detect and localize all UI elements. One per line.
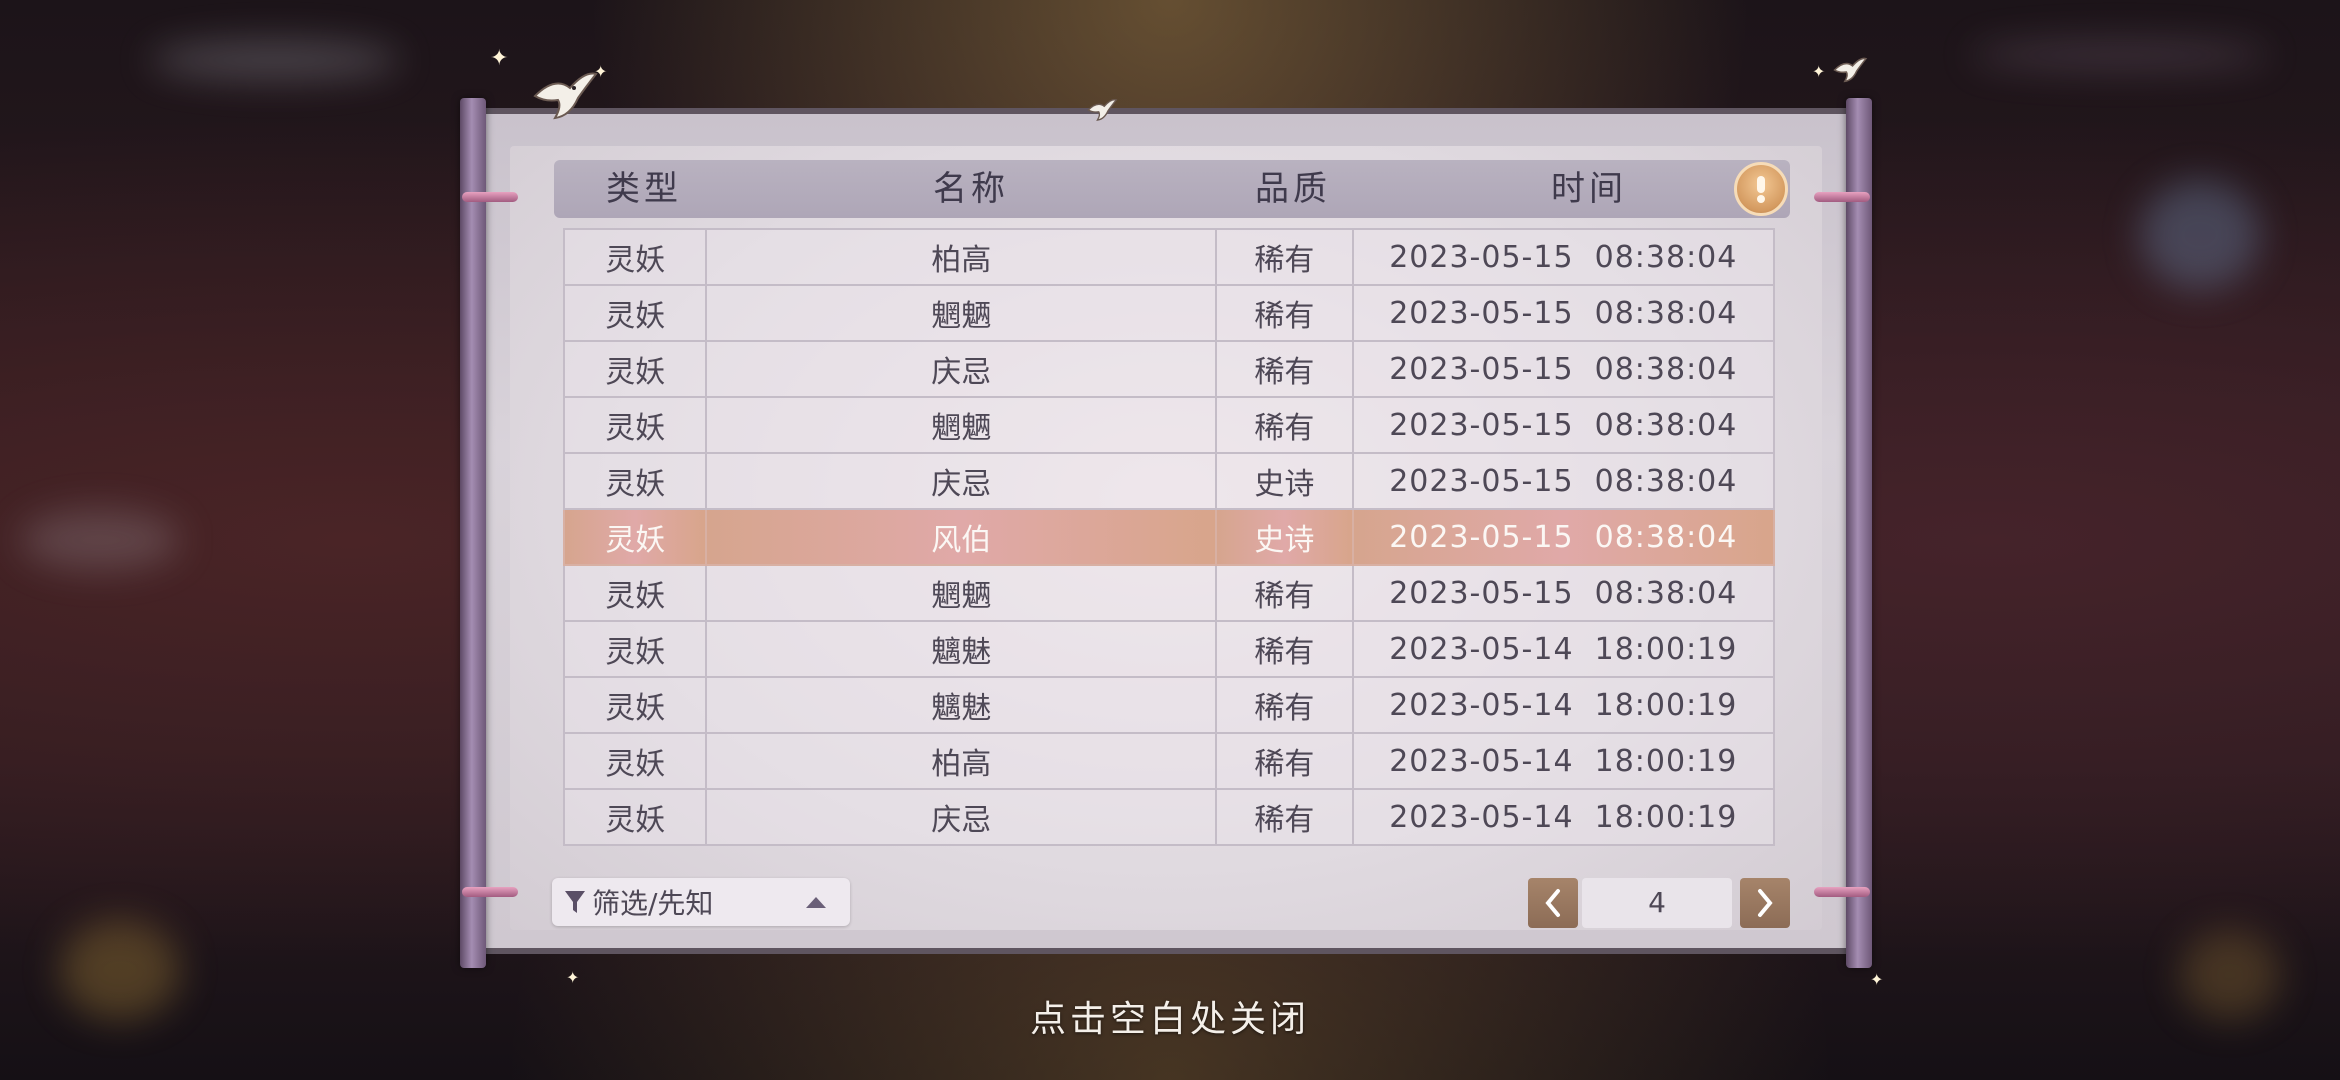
type-cell: 灵妖: [562, 284, 708, 342]
triangle-up-icon: [806, 897, 826, 908]
name-cell: 魑魅: [705, 620, 1218, 678]
scroll-tie: [1814, 887, 1870, 897]
table-row: 灵妖 魍魉 稀有 2023-05-15 08:38:04: [562, 564, 1776, 622]
time-cell: 2023-05-15 08:38:04: [1351, 396, 1776, 454]
header-name: 名称: [933, 169, 1009, 209]
type-cell: 灵妖: [562, 228, 708, 286]
quality-cell: 稀有: [1215, 228, 1354, 286]
table-row: 灵妖 魍魉 稀有 2023-05-15 08:38:04: [562, 284, 1776, 342]
page-number: 4: [1582, 878, 1732, 928]
quality-cell: 稀有: [1215, 620, 1354, 678]
quality-cell: 稀有: [1215, 284, 1354, 342]
name-cell: 魍魉: [705, 396, 1218, 454]
type-cell: 灵妖: [562, 620, 708, 678]
table-header: 类型 名称 品质 时间: [554, 160, 1790, 218]
filter-dropdown[interactable]: 筛选/先知: [552, 878, 850, 926]
quality-cell: 稀有: [1215, 340, 1354, 398]
type-cell: 灵妖: [562, 396, 708, 454]
time-cell: 2023-05-15 08:38:04: [1351, 340, 1776, 398]
name-cell: 柏高: [705, 732, 1218, 790]
scroll-tie: [462, 192, 518, 202]
filter-label: 筛选/先知: [592, 887, 714, 920]
swallow-icon: [1833, 57, 1868, 83]
sparkle-icon: ✦: [594, 62, 608, 81]
quality-cell: 稀有: [1215, 564, 1354, 622]
name-cell: 魑魅: [705, 676, 1218, 734]
table-row: 灵妖 庆忌 稀有 2023-05-15 08:38:04: [562, 340, 1776, 398]
header-quality: 品质: [1255, 169, 1331, 209]
swallow-icon: [1087, 99, 1118, 121]
prev-page-button[interactable]: [1528, 878, 1578, 928]
background-blob: [20, 510, 180, 570]
background-blob: [150, 40, 400, 80]
name-cell: 庆忌: [705, 788, 1218, 846]
quality-cell: 稀有: [1215, 788, 1354, 846]
name-cell: 庆忌: [705, 452, 1218, 510]
time-cell: 2023-05-14 18:00:19: [1351, 676, 1776, 734]
name-cell: 柏高: [705, 228, 1218, 286]
time-cell: 2023-05-14 18:00:19: [1351, 788, 1776, 846]
type-cell: 灵妖: [562, 732, 708, 790]
scroll-tie: [462, 887, 518, 897]
table-row: 灵妖 魑魅 稀有 2023-05-14 18:00:19: [562, 676, 1776, 734]
type-cell: 灵妖: [562, 676, 708, 734]
close-hint-text[interactable]: 点击空白处关闭: [0, 990, 2340, 1042]
filter-funnel-icon: [565, 891, 585, 913]
scroll-rod-left: [460, 98, 486, 968]
table-row: 灵妖 魍魉 稀有 2023-05-15 08:38:04: [562, 396, 1776, 454]
name-cell: 风伯: [705, 508, 1218, 566]
chevron-left-icon: [1545, 889, 1560, 917]
sparkle-icon: ✦: [566, 968, 580, 987]
quality-cell: 稀有: [1215, 732, 1354, 790]
type-cell: 灵妖: [562, 564, 708, 622]
table-row: 灵妖 柏高 稀有 2023-05-14 18:00:19: [562, 732, 1776, 790]
time-cell: 2023-05-15 08:38:04: [1351, 452, 1776, 510]
time-cell: 2023-05-15 08:38:04: [1351, 284, 1776, 342]
quality-cell: 稀有: [1215, 676, 1354, 734]
swallow-icon: [533, 72, 598, 120]
table-row: 灵妖 风伯 史诗 2023-05-15 08:38:04: [562, 508, 1776, 566]
type-cell: 灵妖: [562, 508, 708, 566]
sparkle-icon: ✦: [1812, 62, 1826, 81]
table-row: 灵妖 庆忌 史诗 2023-05-15 08:38:04: [562, 452, 1776, 510]
type-cell: 灵妖: [562, 340, 708, 398]
table-row: 灵妖 柏高 稀有 2023-05-15 08:38:04: [562, 228, 1776, 286]
type-cell: 灵妖: [562, 452, 708, 510]
time-cell: 2023-05-15 08:38:04: [1351, 228, 1776, 286]
time-cell: 2023-05-14 18:00:19: [1351, 732, 1776, 790]
time-cell: 2023-05-14 18:00:19: [1351, 620, 1776, 678]
name-cell: 庆忌: [705, 340, 1218, 398]
type-cell: 灵妖: [562, 788, 708, 846]
quality-cell: 史诗: [1215, 508, 1354, 566]
quality-cell: 史诗: [1215, 452, 1354, 510]
time-cell: 2023-05-15 08:38:04: [1351, 564, 1776, 622]
next-page-button[interactable]: [1740, 878, 1790, 928]
background-blob: [2140, 180, 2260, 290]
name-cell: 魍魉: [705, 564, 1218, 622]
scroll-tie: [1814, 192, 1870, 202]
header-type: 类型: [606, 169, 682, 209]
chevron-right-icon: [1758, 889, 1773, 917]
exclamation-icon: [1757, 176, 1765, 203]
records-table: 灵妖 柏高 稀有 2023-05-15 08:38:04 灵妖 魍魉 稀有 2023-05-1…: [562, 228, 1776, 846]
table-row: 灵妖 庆忌 稀有 2023-05-14 18:00:19: [562, 788, 1776, 846]
name-cell: 魍魉: [705, 284, 1218, 342]
table-row: 灵妖 魑魅 稀有 2023-05-14 18:00:19: [562, 620, 1776, 678]
sparkle-icon: ✦: [490, 46, 509, 71]
scroll-rod-right: [1846, 98, 1872, 968]
time-cell: 2023-05-15 08:38:04: [1351, 508, 1776, 566]
hint-button[interactable]: [1734, 162, 1788, 216]
quality-cell: 稀有: [1215, 396, 1354, 454]
background-blob: [1970, 40, 2270, 70]
sparkle-icon: ✦: [1870, 970, 1884, 989]
